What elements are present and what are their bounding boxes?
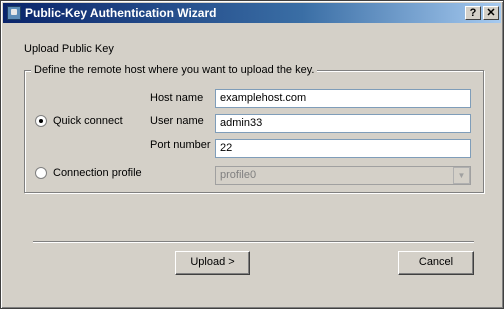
separator [33, 241, 474, 243]
chevron-down-icon[interactable]: ▼ [453, 167, 470, 184]
quick-connect-label[interactable]: Quick connect [53, 115, 123, 127]
connection-profile-label[interactable]: Connection profile [53, 167, 142, 179]
window-title: Public-Key Authentication Wizard [25, 6, 217, 20]
host-name-input[interactable]: examplehost.com [215, 89, 471, 108]
close-button[interactable]: ✕ [483, 6, 499, 20]
help-button[interactable]: ? [465, 6, 481, 20]
quick-connect-radio[interactable] [35, 115, 47, 127]
title-bar[interactable]: Public-Key Authentication Wizard ? ✕ [3, 3, 501, 23]
group-legend: Define the remote host where you want to… [31, 64, 318, 76]
user-name-label: User name [150, 115, 204, 127]
connection-profile-radio[interactable] [35, 167, 47, 179]
profile-select[interactable]: profile0 [215, 166, 471, 185]
wizard-window: Public-Key Authentication Wizard ? ✕ Upl… [0, 0, 504, 309]
port-number-input[interactable]: 22 [215, 139, 471, 158]
port-number-label: Port number [150, 139, 211, 151]
user-name-input[interactable]: admin33 [215, 114, 471, 133]
app-icon [7, 6, 21, 20]
cancel-button[interactable]: Cancel [398, 251, 474, 275]
page-heading: Upload Public Key [24, 43, 114, 55]
upload-button[interactable]: Upload > [175, 251, 250, 275]
host-name-label: Host name [150, 92, 204, 104]
